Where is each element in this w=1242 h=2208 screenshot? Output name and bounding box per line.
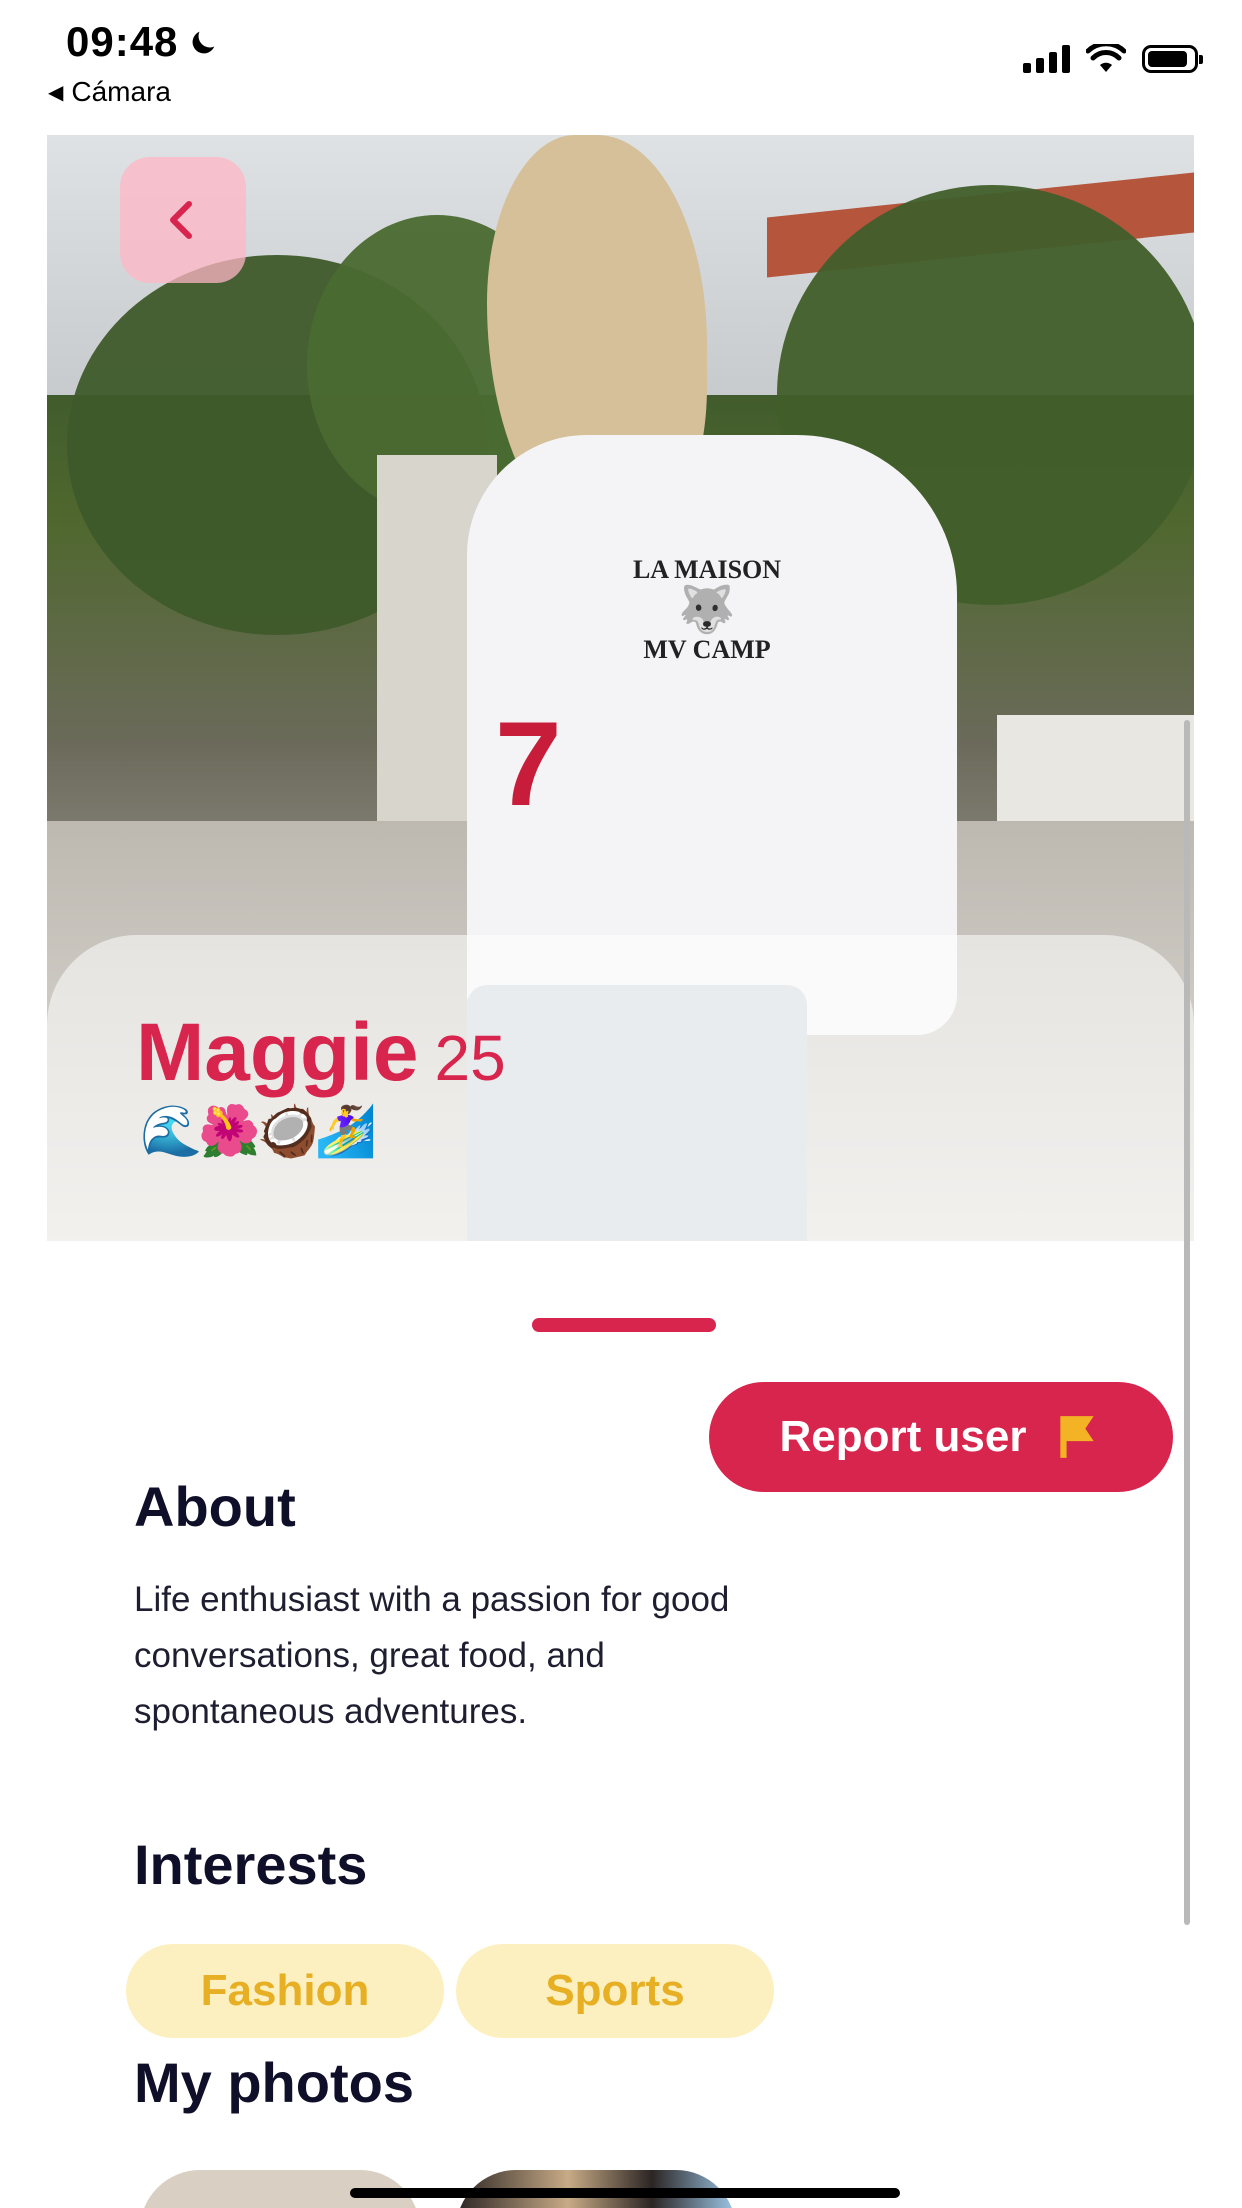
about-text: Life enthusiast with a passion for good … xyxy=(134,1580,730,1731)
profile-name: Maggie xyxy=(136,1007,419,1098)
wifi-icon xyxy=(1086,44,1126,72)
interests-title: Interests xyxy=(134,1833,368,1896)
signal-icon xyxy=(1023,45,1070,73)
about-title: About xyxy=(134,1475,296,1538)
name-row: Maggie 25 xyxy=(136,1006,506,1100)
status-time: 09:48 xyxy=(66,18,179,65)
interest-chip-fashion[interactable]: Fashion xyxy=(126,1944,444,2038)
my-photos-title: My photos xyxy=(134,2051,414,2114)
back-app-label: Cámara xyxy=(71,76,171,107)
profile-age: 25 xyxy=(434,1022,506,1094)
flag-icon xyxy=(1060,1416,1095,1458)
status-icons xyxy=(1023,44,1203,74)
scrollbar[interactable] xyxy=(1184,720,1190,1925)
back-button[interactable] xyxy=(120,157,246,283)
profile-screen: 09:48 ◀ Cámara 7 LA MAISON 🐺 MV CAMP Mag… xyxy=(0,0,1242,2208)
back-triangle-icon: ◀ xyxy=(48,81,64,104)
back-to-app-link[interactable]: ◀ Cámara xyxy=(48,76,171,108)
interests-list: Fashion Sports xyxy=(126,1944,774,2038)
photo-pager-indicator[interactable] xyxy=(532,1318,716,1332)
report-user-button[interactable]: Report user xyxy=(709,1382,1173,1492)
chevron-left-icon xyxy=(170,201,192,239)
profile-emojis: 🌊🌺🥥🏄‍♀️ xyxy=(140,1103,377,1159)
interest-chip-sports[interactable]: Sports xyxy=(456,1944,774,2038)
battery-icon xyxy=(1142,45,1203,73)
home-indicator[interactable] xyxy=(350,2188,900,2198)
report-user-label: Report user xyxy=(779,1412,1027,1461)
moon-icon xyxy=(192,31,215,54)
shirt-logo: LA MAISON 🐺 MV CAMP xyxy=(632,555,782,664)
shirt-number: 7 xyxy=(495,697,562,831)
